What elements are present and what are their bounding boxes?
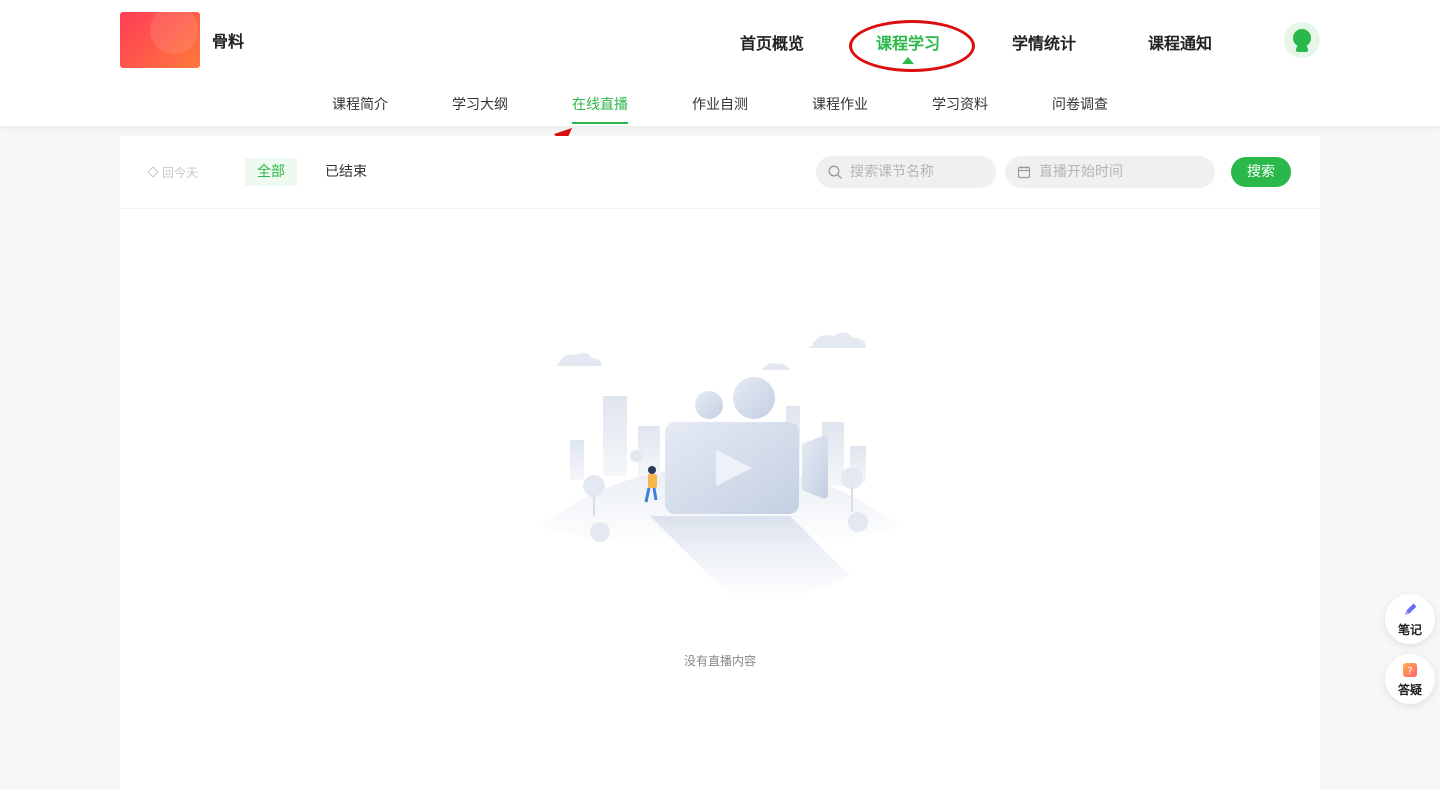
header: 骨料 首页概览 课程学习 学情统计 课程通知 课程简介 学习大纲 在线直播 作业… — [0, 0, 1440, 126]
search-input[interactable] — [850, 164, 990, 180]
locate-icon — [147, 166, 159, 178]
back-today-label: 回今天 — [162, 166, 199, 180]
subnav-live[interactable]: 在线直播 — [572, 94, 628, 114]
subnav-survey[interactable]: 问卷调查 — [1052, 94, 1108, 114]
search-icon — [828, 165, 842, 179]
course-name: 骨料 — [212, 32, 245, 51]
avatar[interactable] — [1284, 22, 1320, 58]
toolbar: 回今天 全部 已结束 搜索 — [120, 136, 1320, 209]
empty-video-illustration — [540, 332, 900, 599]
back-today-button[interactable]: 回今天 — [147, 164, 199, 181]
annotation-ellipse — [849, 20, 975, 72]
qa-button[interactable]: ? 答疑 — [1385, 654, 1435, 704]
topnav-overview[interactable]: 首页概览 — [740, 30, 804, 54]
main-content: 回今天 全部 已结束 搜索课节名称 直播开始时间 搜索 没有直播内容 — [120, 136, 1320, 789]
topnav-learning-stats[interactable]: 学情统计 — [1012, 30, 1076, 54]
notes-label: 笔记 — [1397, 623, 1422, 637]
subnav-homework[interactable]: 课程作业 — [812, 94, 868, 114]
filter-all-tab[interactable]: 全部 — [245, 158, 297, 186]
subnav-intro[interactable]: 课程简介 — [332, 94, 388, 114]
notes-button[interactable]: 笔记 — [1385, 594, 1435, 644]
pencil-icon — [1405, 603, 1417, 615]
course-thumbnail — [120, 12, 200, 68]
search-button[interactable]: 搜索 — [1231, 157, 1291, 187]
filter-ended-tab[interactable]: 已结束 — [312, 158, 380, 186]
topnav-course-notice[interactable]: 课程通知 — [1148, 30, 1212, 54]
subnav-outline[interactable]: 学习大纲 — [452, 94, 508, 114]
calendar-icon — [1017, 166, 1031, 179]
question-icon: ? — [1403, 663, 1417, 677]
search-field[interactable] — [816, 156, 996, 188]
date-input[interactable] — [1039, 164, 1179, 180]
svg-text:?: ? — [1407, 666, 1412, 677]
qa-label: 答疑 — [1397, 683, 1422, 697]
date-field[interactable] — [1005, 156, 1215, 188]
subnav-materials[interactable]: 学习资料 — [932, 94, 988, 114]
subnav-active-underline — [572, 122, 628, 124]
empty-message: 没有直播内容 — [683, 654, 756, 668]
subnav-self-test[interactable]: 作业自测 — [692, 94, 748, 114]
